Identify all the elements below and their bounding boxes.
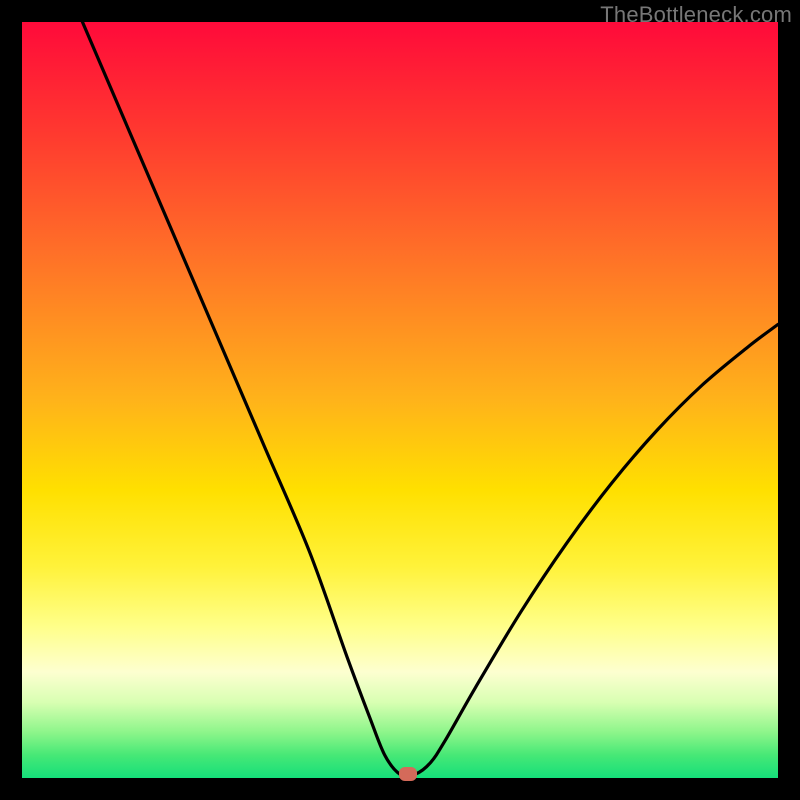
bottleneck-curve — [22, 22, 778, 778]
plot-area — [22, 22, 778, 778]
chart-frame: TheBottleneck.com — [0, 0, 800, 800]
optimum-marker — [399, 767, 417, 781]
attribution-label: TheBottleneck.com — [600, 2, 792, 28]
